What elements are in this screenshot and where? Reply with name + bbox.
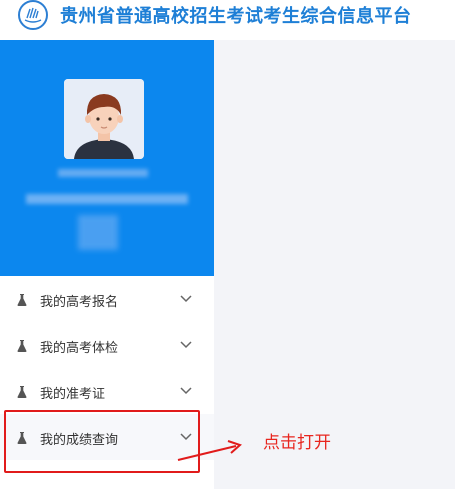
annotation-highlight-box [4, 410, 200, 473]
exam-board-logo-icon[interactable] [18, 0, 48, 30]
chevron-down-icon[interactable] [180, 385, 192, 395]
flask-icon [17, 386, 27, 398]
chevron-down-icon[interactable] [180, 293, 192, 303]
annotation-arrow-icon [177, 440, 242, 461]
user-avatar-icon [64, 79, 144, 159]
profile-panel [0, 40, 214, 276]
chevron-down-icon[interactable] [180, 339, 192, 349]
menu-item-admission-ticket[interactable]: 我的准考证 [0, 368, 214, 414]
main-content-area [214, 40, 455, 489]
annotation-text: 点击打开 [263, 433, 331, 453]
app-header: 贵州省普通高校招生考试考生综合信息平台 [0, 0, 455, 40]
flask-icon [17, 340, 27, 352]
menu-item-physical-exam[interactable]: 我的高考体检 [0, 322, 214, 368]
user-extra-redacted [78, 215, 118, 250]
user-name-redacted [58, 169, 148, 177]
site-title: 贵州省普通高校招生考试考生综合信息平台 [60, 6, 412, 27]
menu-item-label: 我的准考证 [40, 387, 106, 402]
flask-icon [17, 294, 27, 306]
user-id-redacted [26, 194, 188, 204]
menu-item-registration[interactable]: 我的高考报名 [0, 276, 214, 322]
menu-item-label: 我的高考体检 [40, 341, 119, 356]
menu-item-label: 我的高考报名 [40, 295, 119, 310]
